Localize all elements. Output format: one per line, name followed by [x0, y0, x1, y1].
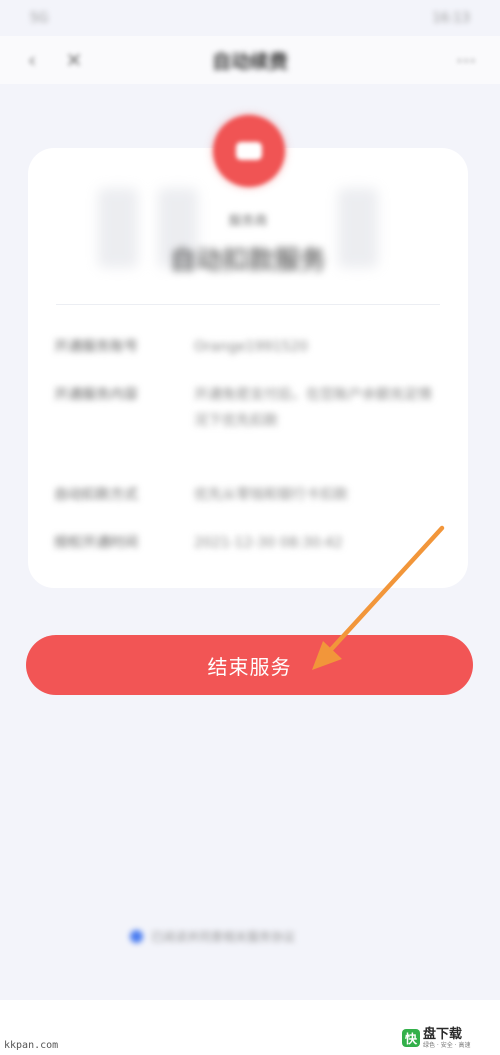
info-row-time: 授权开通时间 2021-12-30 08:30:42	[54, 530, 444, 556]
watermark-logo: 快 盘下载 绿色 · 安全 · 高速	[402, 1022, 494, 1054]
agreement-row[interactable]: 已阅读并同意相关服务协议	[130, 922, 380, 950]
more-icon[interactable]: ⋯	[454, 48, 478, 72]
info-label: 授权开通时间	[54, 535, 138, 551]
end-service-button[interactable]: 结束服务	[26, 635, 473, 695]
status-bar: 5G 16:13	[0, 0, 500, 36]
info-value: 优先从零钱和银行卡扣款	[194, 487, 348, 503]
info-value: 2021-12-30 08:30:42	[194, 535, 343, 551]
watermark-url: kkpan.com	[4, 1040, 59, 1051]
logo-mark	[236, 142, 262, 160]
service-card: 服务商 自动扣款服务 开通服务账号 Orange1991520 开通服务内容 开…	[28, 148, 468, 588]
card-divider	[56, 304, 440, 305]
navigation-bar: ‹ ✕ 自动续费 ⋯	[0, 36, 500, 84]
info-row-account: 开通服务账号 Orange1991520	[54, 334, 444, 360]
info-value: Orange1991520	[194, 339, 309, 355]
service-logo-icon	[213, 115, 285, 187]
info-label: 开通服务账号	[54, 339, 138, 355]
card-subtitle: 服务商	[228, 214, 268, 229]
info-value: 开通免密支付后，在您账户余额充足情况下优先扣款	[194, 387, 432, 429]
chevron-left-icon[interactable]: ‹	[20, 48, 44, 72]
checkbox-icon[interactable]	[130, 929, 143, 943]
nav-right-group: ⋯	[454, 48, 478, 72]
signal-indicator: 5G	[30, 10, 49, 26]
watermark-text: 盘下载 绿色 · 安全 · 高速	[423, 1027, 470, 1050]
watermark-icon: 快	[402, 1029, 420, 1047]
info-label: 开通服务内容	[54, 387, 138, 403]
status-time: 16:13	[432, 10, 470, 26]
watermark-main-text: 盘下载	[423, 1026, 463, 1042]
info-row-content: 开通服务内容 开通免密支付后，在您账户余额充足情况下优先扣款	[54, 382, 444, 434]
info-label: 自动扣款方式	[54, 487, 138, 503]
page-title: 自动续费	[211, 50, 288, 73]
close-icon[interactable]: ✕	[62, 48, 86, 72]
agreement-text: 已阅读并同意相关服务协议	[151, 929, 296, 944]
info-row-method: 自动扣款方式 优先从零钱和银行卡扣款	[54, 482, 444, 508]
card-title: 自动扣款服务	[169, 246, 326, 276]
nav-left-group: ‹ ✕	[20, 48, 86, 72]
watermark-sub-text: 绿色 · 安全 · 高速	[423, 1041, 471, 1049]
